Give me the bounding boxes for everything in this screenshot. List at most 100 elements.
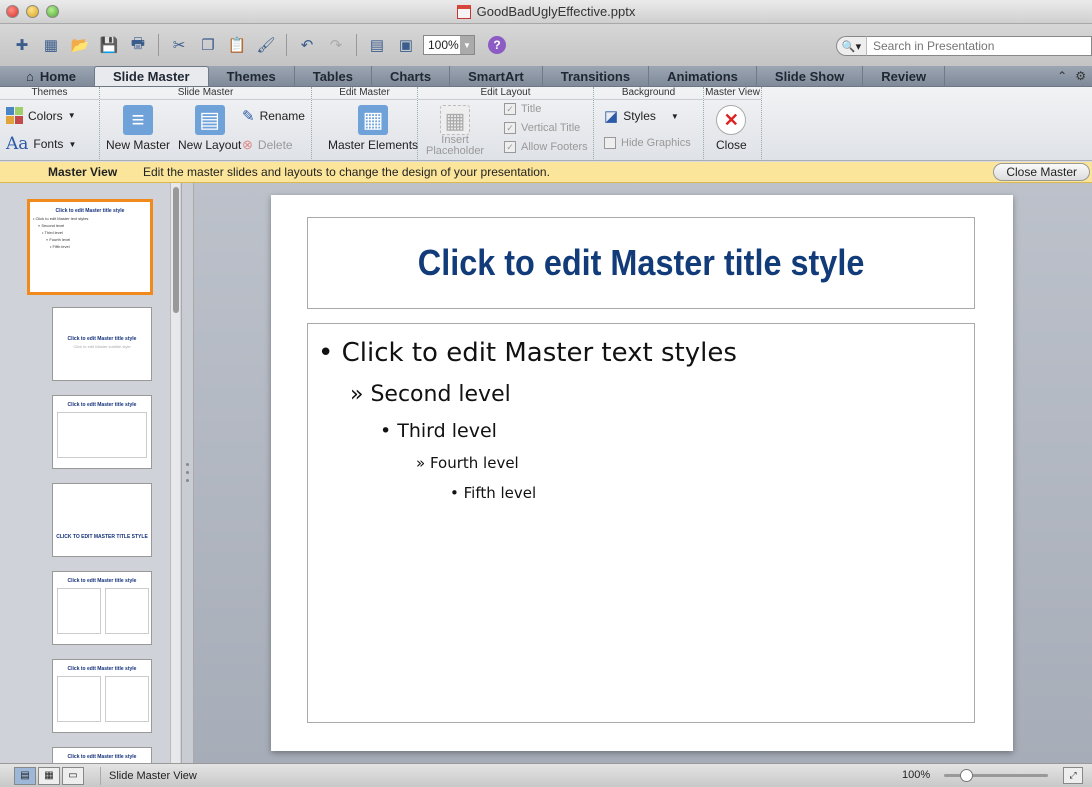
thumbnail-layout-section[interactable]: CLICK TO EDIT MASTER TITLE STYLE <box>52 483 152 557</box>
insert-placeholder-button[interactable]: ▦ Insert Placeholder <box>426 105 484 157</box>
thumbnail-layout-title[interactable]: Click to edit Master title style Click t… <box>52 307 152 381</box>
thumbnail-placeholder <box>57 412 147 458</box>
thumbnail-layout-two-content[interactable]: Click to edit Master title style <box>52 571 152 645</box>
redo-icon[interactable]: ↷ <box>324 33 348 57</box>
fonts-button[interactable]: Aa Fonts ▼ <box>6 134 76 154</box>
format-painter-icon[interactable]: 🖌 <box>254 33 278 57</box>
undo-icon[interactable]: ↶ <box>295 33 319 57</box>
new-layout-button[interactable]: ▤ New Layout <box>178 105 241 152</box>
message-bar-label: Master View <box>48 165 118 179</box>
new-icon[interactable]: ✚ <box>10 33 34 57</box>
tab-slide-master[interactable]: Slide Master <box>93 66 209 86</box>
slide-title: Click to edit Master title style <box>417 242 865 283</box>
close-master-view-button[interactable]: ✕ Close <box>716 105 747 152</box>
vertical-title-checkbox[interactable]: ✓ Vertical Title <box>504 122 580 134</box>
delete-button[interactable]: ⊗ Delete <box>242 137 293 153</box>
status-bar: ▤ ▦ ▭ Slide Master View 100% ⤢ <box>0 763 1092 787</box>
body-placeholder[interactable]: • Click to edit Master text styles » Sec… <box>307 323 975 723</box>
colors-button[interactable]: Colors ▼ <box>6 107 76 124</box>
text-level-3: • Third level <box>380 420 497 442</box>
help-icon[interactable]: ? <box>488 36 506 54</box>
thumbnail-placeholder <box>57 676 101 722</box>
save-icon[interactable]: 💾 <box>97 33 121 57</box>
tab-review[interactable]: Review <box>863 66 946 86</box>
collapse-ribbon-icon[interactable]: ⌃ <box>1057 69 1067 83</box>
title-checkbox[interactable]: ✓ Title <box>504 103 541 115</box>
close-master-button[interactable]: Close Master <box>993 163 1090 181</box>
normal-view-icon[interactable]: ▤ <box>14 766 36 785</box>
thumbnail-layout-title-only[interactable]: Click to edit Master title style <box>52 747 152 763</box>
master-elements-icon: ▦ <box>358 105 389 135</box>
view-mode-label: Slide Master View <box>100 766 197 785</box>
thumbnail-layout-content[interactable]: Click to edit Master title style <box>52 395 152 469</box>
tab-tables[interactable]: Tables <box>295 66 372 86</box>
thumbnail-master[interactable]: Click to edit Master title style • Click… <box>27 199 153 295</box>
tab-charts[interactable]: Charts <box>372 66 451 86</box>
window-title: GoodBadUglyEffective.pptx <box>456 4 635 19</box>
insert-placeholder-icon: ▦ <box>440 105 471 135</box>
message-bar-text: Edit the master slides and layouts to ch… <box>143 165 550 179</box>
group-themes: Themes Colors ▼ Aa Fonts ▼ <box>0 87 100 161</box>
thumbnail-scrollbar[interactable] <box>170 183 180 763</box>
zoom-slider[interactable] <box>944 769 1048 782</box>
cut-icon[interactable]: ✂ <box>167 33 191 57</box>
close-window-button[interactable] <box>6 5 19 18</box>
zoom-slider-handle[interactable] <box>960 769 973 782</box>
search-input[interactable] <box>866 36 1092 56</box>
tab-animations[interactable]: Animations <box>649 66 757 86</box>
tab-home[interactable]: ⌂ Home <box>8 66 94 86</box>
fit-to-window-icon[interactable]: ⤢ <box>1063 767 1083 784</box>
new-master-button[interactable]: ≡ New Master <box>106 105 170 152</box>
pane-splitter[interactable] <box>181 183 194 763</box>
minimize-window-button[interactable] <box>26 5 39 18</box>
chevron-down-icon: ▼ <box>670 111 679 121</box>
templates-icon[interactable]: ▦ <box>39 33 63 57</box>
tab-smartart[interactable]: SmartArt <box>450 66 543 86</box>
toolbar-divider <box>356 34 357 56</box>
print-icon[interactable]: 🖶 <box>126 33 150 57</box>
thumbnail-placeholder <box>57 588 101 634</box>
message-bar: Master View Edit the master slides and l… <box>0 162 1092 183</box>
thumbnail-layout-comparison[interactable]: Click to edit Master title style <box>52 659 152 733</box>
group-slide-master: Slide Master ≡ New Master ▤ New Layout ✎… <box>100 87 312 161</box>
open-icon[interactable]: 📂 <box>68 33 92 57</box>
thumbnail-text: Click to edit Master subtitle style <box>73 344 131 349</box>
ribbon-controls: ⌃ ⚙ <box>1057 66 1092 86</box>
thumbnail-text: • Click to edit Master text styles <box>33 216 89 221</box>
toolbar-divider <box>158 34 159 56</box>
zoom-window-button[interactable] <box>46 5 59 18</box>
ribbon: Themes Colors ▼ Aa Fonts ▼ Slide Master … <box>0 87 1092 161</box>
paste-icon[interactable]: 📋 <box>225 33 249 57</box>
home-icon: ⌂ <box>26 68 34 84</box>
text-level-4: » Fourth level <box>416 454 519 472</box>
tab-slide-show[interactable]: Slide Show <box>757 66 864 86</box>
zoom-level: 100% <box>902 769 931 781</box>
search-icon[interactable]: 🔍▾ <box>836 36 866 56</box>
scrollbar-thumb[interactable] <box>173 187 179 313</box>
chevron-down-icon: ▼ <box>68 139 77 149</box>
styles-icon: ◪ <box>604 108 619 125</box>
rename-icon: ✎ <box>242 108 255 125</box>
copy-icon[interactable]: ❐ <box>196 33 220 57</box>
tab-transitions[interactable]: Transitions <box>543 66 650 86</box>
zoom-value: 100% <box>428 38 459 52</box>
slide-show-view-icon[interactable]: ▭ <box>62 766 84 785</box>
slide-sorter-icon[interactable]: ▤ <box>365 33 389 57</box>
master-slide[interactable]: Click to edit Master title style • Click… <box>271 195 1013 751</box>
toolbar-divider <box>286 34 287 56</box>
slide-sorter-view-icon[interactable]: ▦ <box>38 766 60 785</box>
allow-footers-checkbox[interactable]: ✓ Allow Footers <box>504 141 588 153</box>
title-placeholder[interactable]: Click to edit Master title style <box>307 217 975 309</box>
styles-button[interactable]: ◪ Styles ▼ <box>604 107 679 125</box>
zoom-select[interactable]: 100% ▼ <box>423 35 475 55</box>
checkbox-icon: ✓ <box>504 103 516 115</box>
tab-themes[interactable]: Themes <box>209 66 295 86</box>
text-level-5: • Fifth level <box>450 484 537 502</box>
rename-button[interactable]: ✎ Rename <box>242 107 305 125</box>
thumbnail-placeholder <box>105 676 149 722</box>
media-browser-icon[interactable]: ▣ <box>394 33 418 57</box>
hide-graphics-checkbox[interactable]: Hide Graphics <box>604 137 691 149</box>
group-label: Slide Master <box>100 87 311 100</box>
master-elements-button[interactable]: ▦ Master Elements <box>328 105 418 152</box>
gear-icon[interactable]: ⚙ <box>1075 69 1086 83</box>
